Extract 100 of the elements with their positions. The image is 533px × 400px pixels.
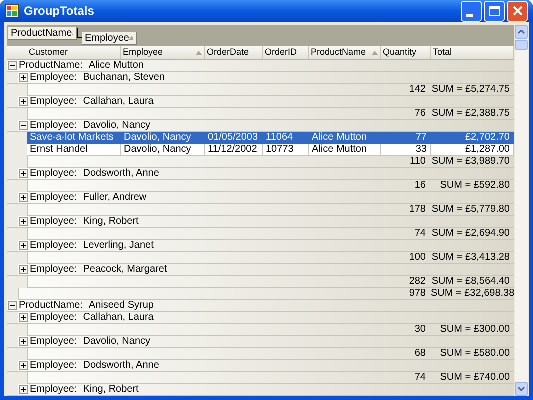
group-value: Peacock, Margaret: [83, 263, 168, 277]
group-value: Dodsworth, Anne: [83, 359, 160, 373]
plus-icon: [21, 315, 26, 320]
table-cell: Davolio, Nancy: [121, 144, 205, 155]
data-row[interactable]: Ernst Handel Davolio, Nancy 11/12/2002 10773 Alice Mutton 33 £1,287.00: [27, 144, 514, 156]
quantity-sum: 16: [414, 179, 427, 193]
group-field-label: Employee:: [30, 359, 78, 373]
group-row[interactable]: Employee: Buchanan, Steven: [7, 72, 514, 84]
scroll-up-button[interactable]: [515, 25, 528, 39]
table-cell: 01/05/2003: [205, 132, 263, 143]
expander-button[interactable]: [19, 361, 28, 370]
group-by-chip[interactable]: Employee: [82, 32, 137, 45]
group-row[interactable]: Employee: Davolio, Nancy: [7, 120, 514, 132]
group-field-label: Employee:: [30, 335, 78, 349]
group-field-label: Employee:: [30, 383, 78, 396]
total-sum: SUM = £740.00: [439, 371, 511, 385]
column-header[interactable]: Customer: [27, 46, 121, 59]
column-header[interactable]: Quantity: [381, 46, 431, 59]
expander-button[interactable]: [19, 265, 28, 274]
group-field-label: Employee:: [30, 239, 78, 253]
plus-icon: [21, 99, 26, 104]
group-by-chip[interactable]: ProductName: [8, 27, 77, 40]
group-value: Davolio, Nancy: [83, 119, 151, 132]
group-row[interactable]: Employee: Callahan, Laura: [7, 96, 514, 108]
group-row[interactable]: Employee: Dodsworth, Anne: [7, 360, 514, 372]
window-title: GroupTotals: [24, 3, 94, 20]
expander-button[interactable]: [8, 301, 17, 310]
group-field-label: Employee:: [30, 71, 78, 85]
column-header[interactable]: Total: [431, 46, 514, 59]
group-value: Callahan, Laura: [83, 95, 154, 109]
group-field-label: ProductName:: [19, 299, 83, 312]
expander-button[interactable]: [19, 73, 28, 82]
group-row[interactable]: Employee: King, Robert: [7, 384, 514, 396]
total-sum: SUM = £300.00: [439, 323, 511, 337]
chevron-up-icon: [518, 30, 525, 34]
expander-button[interactable]: [19, 217, 28, 226]
scroll-down-button[interactable]: [515, 382, 528, 396]
vertical-scrollbar[interactable]: [515, 25, 528, 396]
plus-icon: [21, 75, 26, 80]
group-field-label: ProductName:: [19, 60, 83, 72]
total-sum: SUM = £2,694.90: [431, 227, 511, 241]
plus-icon: [21, 243, 26, 248]
table-cell: 11/12/2002: [205, 144, 263, 155]
group-field-label: Employee:: [30, 191, 78, 205]
column-header[interactable]: OrderID: [263, 46, 309, 59]
quantity-sum: 74: [414, 227, 427, 241]
quantity-sum: 178: [408, 203, 427, 217]
total-sum: SUM = £32,698.38: [431, 287, 514, 301]
plus-icon: [21, 363, 26, 368]
scroll-thumb[interactable]: [515, 40, 528, 50]
chevron-down-icon: [518, 387, 525, 391]
expander-button[interactable]: [19, 385, 28, 394]
group-row[interactable]: Employee: Fuller, Andrew: [7, 192, 514, 204]
minimize-button[interactable]: [461, 0, 482, 22]
expander-button[interactable]: [19, 337, 28, 346]
plus-icon: [21, 387, 26, 392]
total-sum: SUM = £5,779.80: [431, 203, 511, 217]
plus-icon: [21, 219, 26, 224]
minus-icon: [10, 303, 15, 308]
group-value: Alice Mutton: [88, 60, 144, 72]
group-row[interactable]: Employee: Peacock, Margaret: [7, 264, 514, 276]
table-cell: Davolio, Nancy: [121, 132, 205, 143]
group-row[interactable]: Employee: Davolio, Nancy: [7, 336, 514, 348]
group-value: Davolio, Nancy: [83, 335, 151, 349]
column-header[interactable]: OrderDate: [205, 46, 263, 59]
maximize-button[interactable]: [484, 0, 505, 22]
expander-button[interactable]: [19, 121, 28, 130]
quantity-sum: 100: [408, 251, 427, 265]
group-row[interactable]: ProductName: Aniseed Syrup: [7, 300, 514, 312]
group-row[interactable]: Employee: Dodsworth, Anne: [7, 168, 514, 180]
group-row[interactable]: Employee: Callahan, Laura: [7, 312, 514, 324]
group-value: Leverling, Janet: [83, 239, 154, 253]
expander-button[interactable]: [19, 97, 28, 106]
close-button[interactable]: [507, 0, 528, 22]
table-cell: Alice Mutton: [309, 132, 381, 143]
expander-button[interactable]: [8, 61, 17, 70]
total-sum: SUM = £592.80: [439, 179, 511, 193]
table-cell: 10773: [263, 144, 309, 155]
expander-button[interactable]: [19, 193, 28, 202]
quantity-sum: 110: [409, 155, 427, 169]
table-cell: £2,702.70: [431, 132, 514, 143]
expander-button[interactable]: [19, 313, 28, 322]
column-header[interactable]: Employee: [121, 46, 205, 59]
group-field-label: Employee:: [30, 215, 78, 229]
expander-button[interactable]: [19, 241, 28, 250]
data-row[interactable]: Save-a-lot Markets Davolio, Nancy 01/05/2003 11064 Alice Mutton 77 £2,702.70: [27, 132, 514, 144]
total-sum: SUM = £3,989.70: [431, 155, 511, 169]
column-header[interactable]: ProductName: [309, 46, 381, 59]
group-field-label: Employee:: [30, 263, 78, 277]
group-value: Aniseed Syrup: [88, 299, 154, 312]
quantity-sum: 30: [414, 323, 427, 337]
group-row[interactable]: Employee: King, Robert: [7, 216, 514, 228]
total-sum: SUM = £5,274.75: [431, 83, 511, 97]
table-cell: £1,287.00: [431, 144, 514, 155]
group-row[interactable]: ProductName: Alice Mutton: [7, 60, 514, 72]
table-cell: 11064: [263, 132, 309, 143]
total-sum: SUM = £3,413.28: [431, 251, 511, 265]
quantity-sum: 74: [414, 371, 427, 385]
group-row[interactable]: Employee: Leverling, Janet: [7, 240, 514, 252]
expander-button[interactable]: [19, 169, 28, 178]
